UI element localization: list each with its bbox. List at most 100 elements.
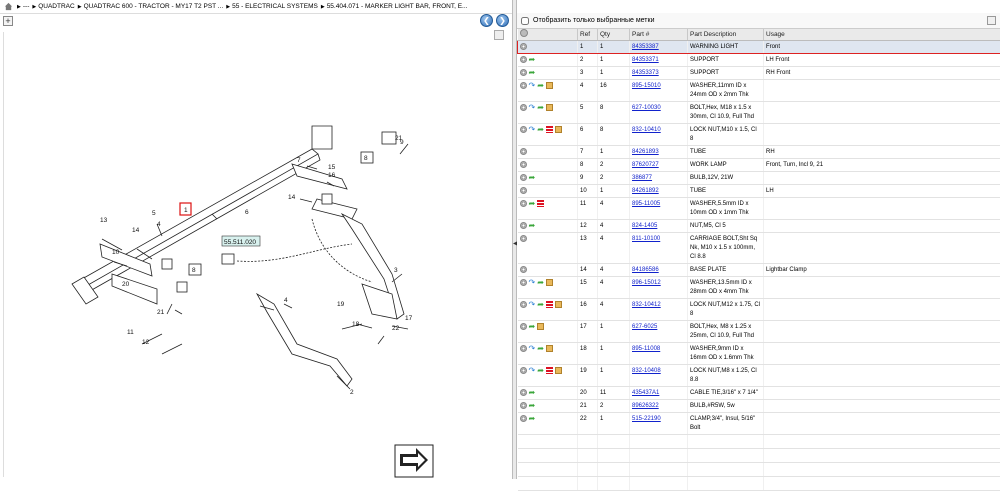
row-part-number[interactable]: 832-10410 xyxy=(630,123,688,145)
gear-icon[interactable] xyxy=(520,235,527,242)
gear-icon[interactable] xyxy=(520,187,527,194)
breadcrumb-item-quadtrac[interactable]: QUADTRAC xyxy=(32,3,74,10)
row-part-number-text[interactable]: 435437A1 xyxy=(632,390,659,396)
row-part-number[interactable]: 895-15010 xyxy=(630,79,688,101)
package-icon[interactable] xyxy=(546,104,553,111)
row-part-number[interactable]: 84261893 xyxy=(630,145,688,158)
table-row[interactable]: ↷➦68832-10410LOCK NUT,M10 x 1.5, Cl 8 xyxy=(518,123,1000,145)
gear-icon[interactable] xyxy=(520,29,528,37)
row-part-number[interactable]: 895-11005 xyxy=(630,198,688,220)
gear-icon[interactable] xyxy=(520,222,527,229)
diagram-callout-4b[interactable]: 4 xyxy=(284,297,288,304)
row-part-number[interactable]: 386877 xyxy=(630,171,688,184)
row-part-number[interactable]: 824-1405 xyxy=(630,220,688,233)
row-part-number[interactable]: 84353387 xyxy=(630,40,688,53)
row-part-number[interactable]: 84186586 xyxy=(630,264,688,277)
table-row[interactable]: ➦171627-6025BOLT,Hex, M8 x 1.25 x 25mm, … xyxy=(518,321,1000,343)
diagram-callout-6[interactable]: 6 xyxy=(245,209,249,216)
package-icon[interactable] xyxy=(555,367,562,374)
table-row[interactable]: ➦2184353371SUPPORTLH Front xyxy=(518,53,1000,66)
row-part-number-text[interactable]: 627-6025 xyxy=(632,324,657,330)
gear-icon[interactable] xyxy=(520,126,527,133)
list-icon[interactable] xyxy=(546,301,553,308)
link-arrow-icon[interactable]: ↷ xyxy=(529,126,536,133)
go-arrow-icon[interactable]: ➦ xyxy=(529,323,536,330)
diagram-callout-2[interactable]: 2 xyxy=(350,389,354,396)
gear-icon[interactable] xyxy=(520,301,527,308)
row-part-number-text[interactable]: 84261892 xyxy=(632,188,659,194)
row-part-number[interactable]: 896-15012 xyxy=(630,277,688,299)
gear-icon[interactable] xyxy=(520,148,527,155)
gear-icon[interactable] xyxy=(520,279,527,286)
go-arrow-icon[interactable]: ➦ xyxy=(529,415,536,422)
row-part-number-text[interactable]: 627-10030 xyxy=(632,105,661,111)
table-row[interactable]: ↷➦164832-10412LOCK NUT,M12 x 1.75, Cl 8 xyxy=(518,299,1000,321)
gear-icon[interactable] xyxy=(520,200,527,207)
list-icon[interactable] xyxy=(546,367,553,374)
diagram-callout-3[interactable]: 3 xyxy=(394,267,398,274)
link-arrow-icon[interactable]: ↷ xyxy=(529,104,536,111)
diagram-callout-14b[interactable]: 14 xyxy=(288,194,296,201)
diagram-callout-21a[interactable]: 21 xyxy=(395,135,403,142)
row-part-number-text[interactable]: 832-10410 xyxy=(632,127,661,133)
row-part-number[interactable]: 435437A1 xyxy=(630,387,688,400)
go-arrow-icon[interactable]: ➦ xyxy=(529,56,536,63)
row-part-number-text[interactable]: 84261893 xyxy=(632,149,659,155)
row-part-number-text[interactable]: 832-10408 xyxy=(632,368,661,374)
diagram-callout-13[interactable]: 13 xyxy=(100,217,108,224)
diagram-callout-8a[interactable]: 8 xyxy=(364,155,368,162)
table-row[interactable]: ↷➦154896-15012WASHER,13.5mm ID x 28mm OD… xyxy=(518,277,1000,299)
export-icon[interactable] xyxy=(987,16,996,25)
link-arrow-icon[interactable]: ↷ xyxy=(529,345,536,352)
table-row[interactable]: ➦114895-11005WASHER,5.5mm ID x 10mm OD x… xyxy=(518,198,1000,220)
header-ref[interactable]: Ref xyxy=(578,29,598,40)
table-row[interactable]: 134811-10100CARRIAGE BOLT,Sht Sq Nk, M10… xyxy=(518,233,1000,264)
table-row[interactable]: 10184261892TUBELH xyxy=(518,184,1000,197)
show-selected-only-checkbox[interactable] xyxy=(521,17,529,25)
header-part-number[interactable]: Part # xyxy=(630,29,688,40)
gear-icon[interactable] xyxy=(520,69,527,76)
gear-icon[interactable] xyxy=(520,161,527,168)
row-part-number-text[interactable]: 89626322 xyxy=(632,403,659,409)
package-icon[interactable] xyxy=(546,82,553,89)
table-row[interactable]: ➦124824-1405NUT,M5, Cl 5 xyxy=(518,220,1000,233)
diagram-callout-8b[interactable]: 8 xyxy=(192,267,196,274)
go-arrow-icon[interactable]: ➦ xyxy=(537,301,544,308)
package-icon[interactable] xyxy=(537,323,544,330)
table-row[interactable]: ➦2011435437A1CABLE TIE,3/16" x 7 1/4" xyxy=(518,387,1000,400)
row-part-number[interactable]: 84261892 xyxy=(630,184,688,197)
gear-icon[interactable] xyxy=(520,104,527,111)
package-icon[interactable] xyxy=(546,279,553,286)
go-arrow-icon[interactable]: ➦ xyxy=(537,82,544,89)
diagram-callout-18[interactable]: 18 xyxy=(352,321,360,328)
table-row[interactable]: 7184261893TUBERH xyxy=(518,145,1000,158)
row-part-number[interactable]: 89626322 xyxy=(630,400,688,413)
table-row[interactable]: ➦92386877BULB,12V, 21W xyxy=(518,171,1000,184)
table-row[interactable]: 14484186586BASE PLATELightbar Clamp xyxy=(518,264,1000,277)
table-row[interactable]: ↷➦58627-10030BOLT,Hex, M18 x 1.5 x 30mm,… xyxy=(518,101,1000,123)
breadcrumb-item-root[interactable]: --- xyxy=(17,3,29,10)
list-icon[interactable] xyxy=(546,126,553,133)
gear-icon[interactable] xyxy=(520,82,527,89)
link-arrow-icon[interactable]: ↷ xyxy=(529,367,536,374)
gear-icon[interactable] xyxy=(520,402,527,409)
diagram-callout-4a[interactable]: 4 xyxy=(157,221,161,228)
row-part-number-text[interactable]: 895-15010 xyxy=(632,83,661,89)
table-row[interactable]: ↷➦191832-10408LOCK NUT,M8 x 1.25, Cl 8.8 xyxy=(518,365,1000,387)
breadcrumb-item-model[interactable]: QUADTRAC 600 - TRACTOR - MY17 T2 PST ... xyxy=(78,3,224,10)
diagram-callout-15[interactable]: 15 xyxy=(328,164,336,171)
go-arrow-icon[interactable]: ➦ xyxy=(529,222,536,229)
gear-icon[interactable] xyxy=(520,345,527,352)
gear-icon[interactable] xyxy=(520,415,527,422)
diagram-callout-21b[interactable]: 21 xyxy=(157,309,165,316)
row-part-number[interactable]: 811-10100 xyxy=(630,233,688,264)
row-part-number[interactable]: 832-10408 xyxy=(630,365,688,387)
link-arrow-icon[interactable]: ↷ xyxy=(529,279,536,286)
link-arrow-icon[interactable]: ↷ xyxy=(529,82,536,89)
table-row[interactable]: ➦21289626322BULB,#R5W, 5w xyxy=(518,400,1000,413)
go-arrow-icon[interactable]: ➦ xyxy=(529,389,536,396)
gear-icon[interactable] xyxy=(520,266,527,273)
row-part-number-text[interactable]: 811-10100 xyxy=(632,236,660,242)
row-part-number[interactable]: 515-22190 xyxy=(630,413,688,435)
diagram-callout-14a[interactable]: 14 xyxy=(132,227,140,234)
